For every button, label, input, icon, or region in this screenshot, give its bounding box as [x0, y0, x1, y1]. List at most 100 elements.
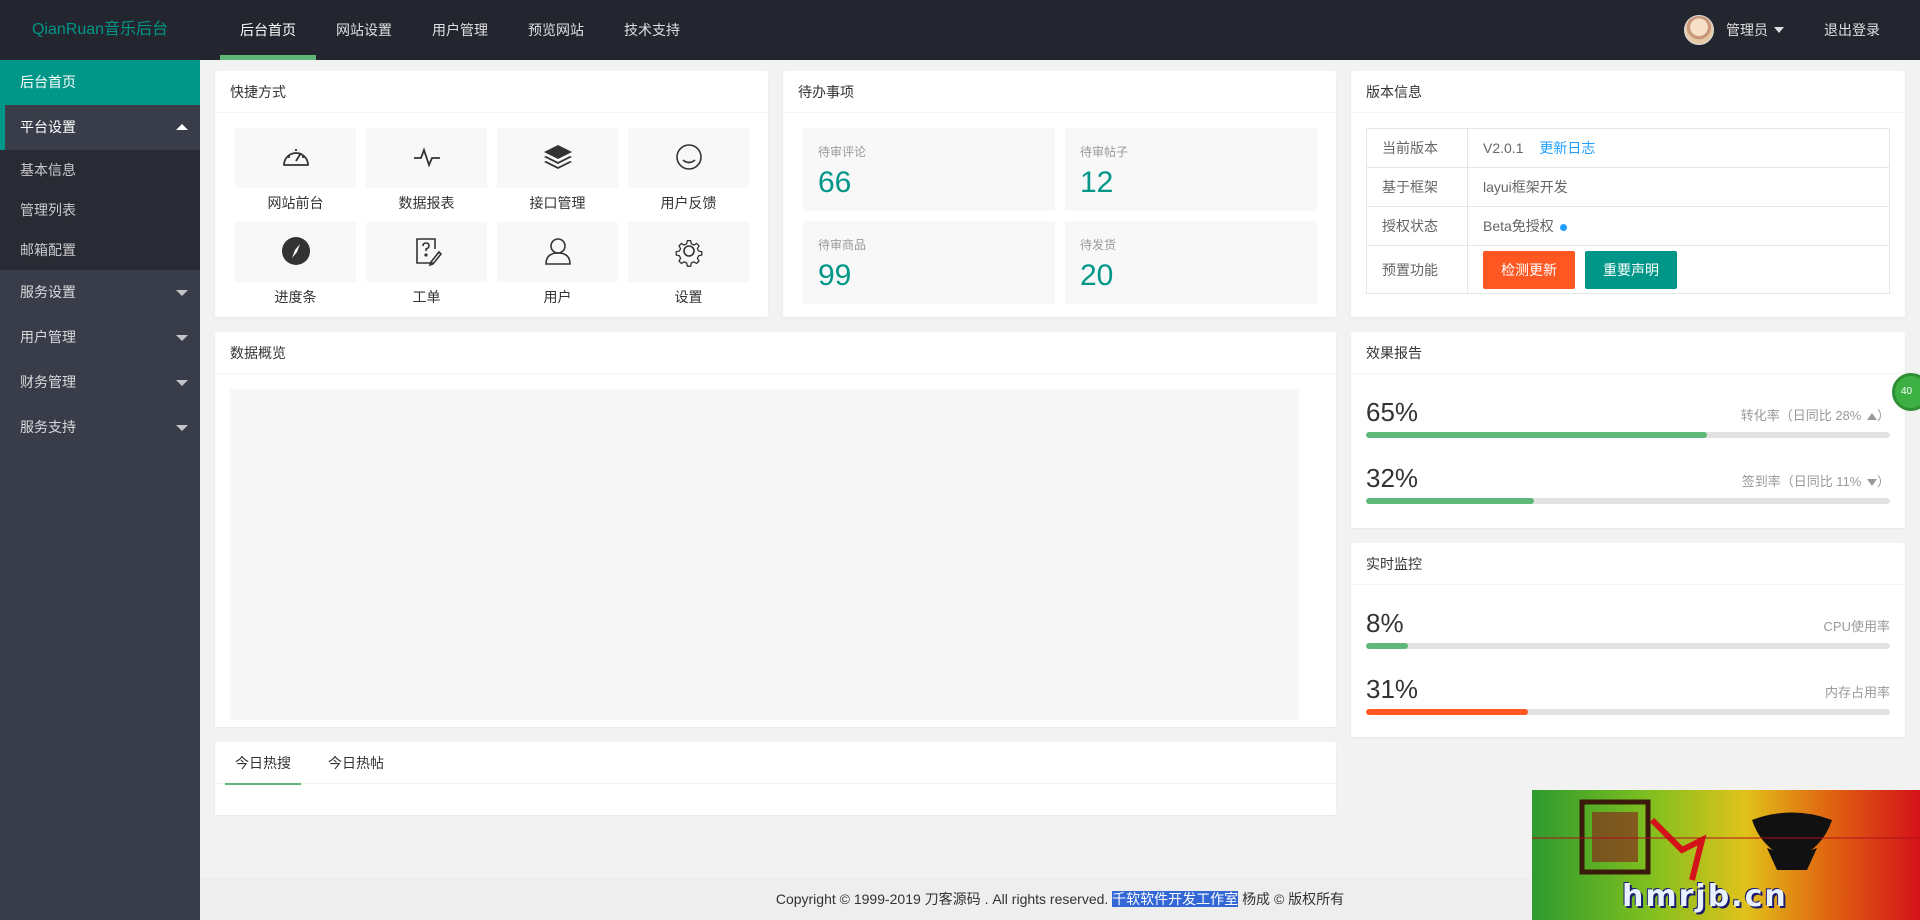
shortcut-label: 接口管理 [529, 195, 586, 211]
shortcut-user-feedback[interactable]: 用户反馈 [628, 128, 749, 222]
progress-cpu: 8% CPU使用率 [1366, 603, 1890, 649]
card-title: 效果报告 [1351, 332, 1905, 374]
nav-item-user-management[interactable]: 用户管理 [412, 0, 508, 60]
shortcut-api-management[interactable]: 接口管理 [497, 128, 618, 222]
top-nav: 后台首页 网站设置 用户管理 预览网站 技术支持 [220, 0, 700, 60]
framework-value: layui框架开发 [1467, 167, 1890, 207]
todo-grid: 待审评论 66 待审帖子 12 待审商品 99 待发货 20 [803, 128, 1317, 304]
shortcut-label: 用户反馈 [660, 195, 717, 211]
chevron-down-icon [176, 335, 188, 341]
shortcut-site-front[interactable]: 网站前台 [235, 128, 356, 222]
top-header: QianRuan音乐后台 后台首页 网站设置 用户管理 预览网站 技术支持 管理… [0, 0, 1920, 60]
framework-key: 基于框架 [1366, 167, 1468, 207]
header-right: 管理员 退出登录 [1664, 0, 1920, 60]
tab-today-hot-search[interactable]: 今日热搜 [225, 742, 301, 785]
sidebar-item-finance[interactable]: 财务管理 [0, 360, 200, 405]
auth-key: 授权状态 [1366, 206, 1468, 246]
current-version: V2.0.1 [1483, 140, 1524, 156]
watermark-text: hmrjb.cn [1622, 879, 1788, 914]
nav-item-site-settings[interactable]: 网站设置 [316, 0, 412, 60]
logout-link[interactable]: 退出登录 [1804, 20, 1920, 40]
smile-icon [673, 141, 705, 176]
important-notice-button[interactable]: 重要声明 [1585, 250, 1677, 289]
progress-value: 32% [1366, 463, 1419, 493]
todo-value: 99 [818, 259, 852, 292]
heartbeat-icon [411, 141, 443, 176]
progress-label: 签到率（日同比 11% ） [1741, 474, 1890, 489]
check-update-button[interactable]: 检测更新 [1483, 250, 1575, 289]
app-logo[interactable]: QianRuan音乐后台 [0, 0, 200, 60]
shortcut-data-report[interactable]: 数据报表 [366, 128, 487, 222]
nav-item-tech-support[interactable]: 技术支持 [604, 0, 700, 60]
progress-value: 31% [1366, 674, 1419, 704]
progress-signin: 32% 签到率（日同比 11% ） [1366, 458, 1890, 504]
footer-studio-link[interactable]: 千软软件开发工作室 [1112, 891, 1239, 907]
todo-label: 待审评论 [818, 145, 867, 159]
auth-status: Beta免授权 [1483, 218, 1554, 234]
progress-value: 65% [1366, 397, 1419, 427]
user-name: 管理员 [1726, 22, 1768, 38]
sidebar-subitem-admin-list[interactable]: 管理列表 [0, 190, 200, 230]
todo-item-posts[interactable]: 待审帖子 12 [1065, 128, 1317, 211]
sidebar-item-platform-settings[interactable]: 平台设置 [0, 105, 200, 150]
compass-icon [280, 235, 312, 270]
sidebar-item-service-support[interactable]: 服务支持 [0, 405, 200, 450]
footer-copyright: Copyright © 1999-2019 刀客源码 . All rights … [775, 891, 1109, 907]
sidebar-submenu: 基本信息 管理列表 邮箱配置 [0, 150, 200, 270]
nav-item-preview-site[interactable]: 预览网站 [508, 0, 604, 60]
sidebar: 后台首页 平台设置 基本信息 管理列表 邮箱配置 服务设置 用户管理 财务管理 … [0, 60, 200, 920]
chevron-down-icon [176, 290, 188, 296]
version-card: 版本信息 当前版本 V2.0.1 更新日志 基于框架 layui框架开发 授权状… [1351, 71, 1905, 317]
hot-tabs: 今日热搜 今日热帖 [215, 742, 1336, 785]
version-key: 当前版本 [1366, 128, 1468, 168]
shortcut-users[interactable]: 用户 [497, 222, 618, 316]
shortcuts-card: 快捷方式 网站前台 数据报表 接口管理 用户反馈 进度条 工单 用户 设置 [215, 71, 768, 317]
nav-item-home[interactable]: 后台首页 [220, 0, 316, 60]
progress-track [1366, 643, 1890, 649]
progress-label: CPU使用率 [1823, 619, 1890, 634]
card-title: 数据概览 [215, 332, 1336, 374]
todo-item-comments[interactable]: 待审评论 66 [803, 128, 1055, 211]
todo-label: 待发货 [1080, 238, 1117, 252]
shortcut-settings[interactable]: 设置 [628, 222, 749, 316]
card-title: 实时监控 [1351, 543, 1905, 585]
sidebar-item-service-settings[interactable]: 服务设置 [0, 270, 200, 315]
chevron-down-icon [1774, 27, 1784, 33]
shortcuts-grid: 网站前台 数据报表 接口管理 用户反馈 进度条 工单 用户 设置 [235, 128, 749, 316]
overview-chart-area[interactable] [230, 389, 1299, 720]
sidebar-item-home[interactable]: 后台首页 [0, 60, 200, 105]
changelog-link[interactable]: 更新日志 [1539, 140, 1595, 156]
shortcut-work-order[interactable]: 工单 [366, 222, 487, 316]
tab-today-hot-posts[interactable]: 今日热帖 [318, 742, 394, 784]
todo-label: 待审商品 [818, 238, 867, 252]
progress-track [1366, 432, 1890, 438]
progress-fill [1366, 498, 1534, 504]
overview-card: 数据概览 [215, 332, 1336, 727]
progress-value: 8% [1366, 608, 1404, 638]
monitor-card: 实时监控 8% CPU使用率 31% 内存占用率 [1351, 543, 1905, 737]
trend-up-icon [1866, 413, 1877, 420]
chevron-up-icon [176, 124, 188, 130]
sidebar-item-label: 服务支持 [20, 419, 76, 435]
shortcut-progress[interactable]: 进度条 [235, 222, 356, 316]
card-title: 版本信息 [1351, 71, 1905, 113]
progress-track [1366, 709, 1890, 715]
todo-card: 待办事项 待审评论 66 待审帖子 12 待审商品 99 待发货 20 [783, 71, 1336, 317]
todo-item-shipping[interactable]: 待发货 20 [1065, 221, 1317, 304]
progress-memory: 31% 内存占用率 [1366, 669, 1890, 715]
progress-fill [1366, 643, 1408, 649]
sidebar-subitem-email-config[interactable]: 邮箱配置 [0, 230, 200, 270]
sidebar-item-user-management[interactable]: 用户管理 [0, 315, 200, 360]
shortcut-label: 用户 [543, 289, 572, 305]
todo-value: 20 [1080, 259, 1114, 292]
feature-actions: 检测更新 重要声明 [1467, 245, 1890, 294]
progress-fill [1366, 432, 1707, 438]
shortcut-label: 数据报表 [398, 195, 455, 211]
status-dot-icon [1559, 223, 1567, 231]
sidebar-subitem-basic-info[interactable]: 基本信息 [0, 150, 200, 190]
shortcut-label: 网站前台 [267, 195, 324, 211]
todo-item-products[interactable]: 待审商品 99 [803, 221, 1055, 304]
user-menu[interactable]: 管理员 [1664, 0, 1804, 60]
shortcut-label: 工单 [412, 289, 441, 305]
hot-tabs-card: 今日热搜 今日热帖 [215, 742, 1336, 815]
